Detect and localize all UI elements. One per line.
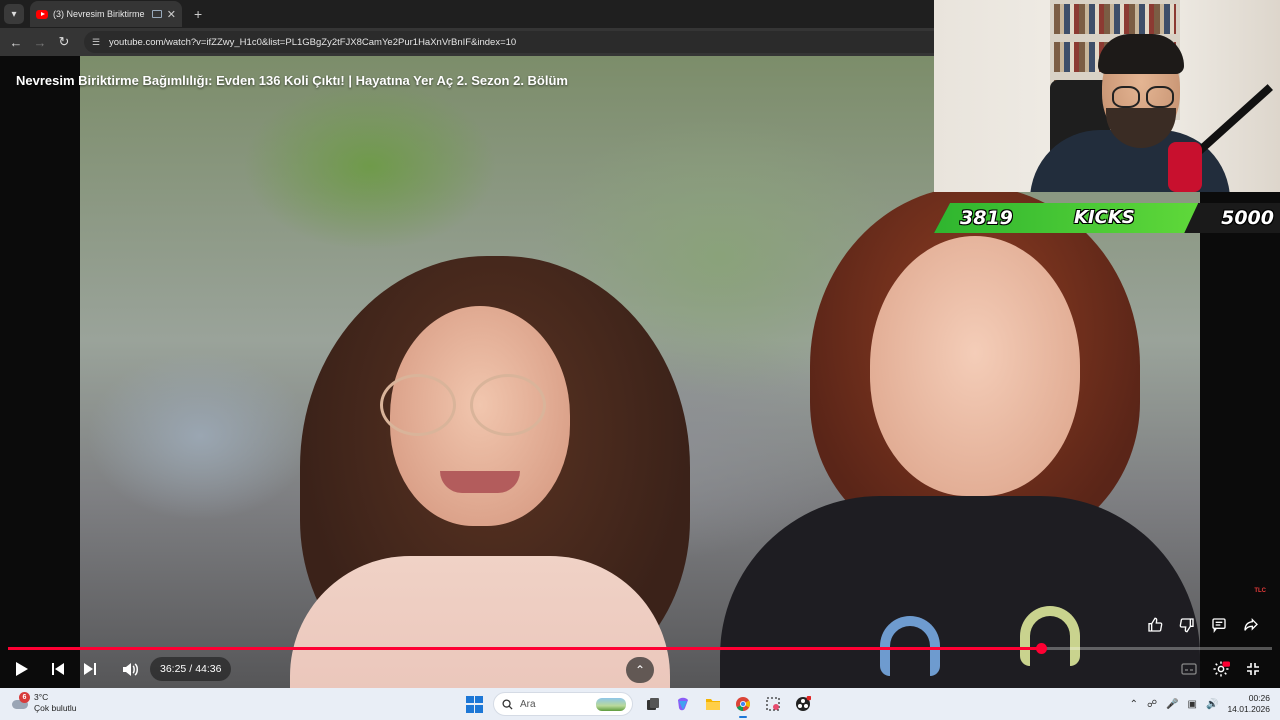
tab-title: (3) Nevresim Biriktirme Bağımlılığı xyxy=(53,9,147,19)
kicks-current: 3819 xyxy=(960,207,1013,229)
exit-fullscreen-button[interactable] xyxy=(1240,656,1266,682)
subtitles-icon xyxy=(1181,663,1197,675)
network-shield-icon[interactable]: ☍ xyxy=(1147,699,1157,710)
forward-button[interactable]: → xyxy=(28,35,52,50)
settings-icon xyxy=(1213,661,1230,677)
skip-next-icon xyxy=(84,663,96,675)
video-actions xyxy=(1142,612,1264,638)
clock-time: 00:26 xyxy=(1248,693,1270,703)
tab-search-button[interactable]: ▾ xyxy=(4,4,24,24)
reload-button[interactable]: ↻ xyxy=(52,34,76,50)
system-tray: ⌃ ☍ 🎤 ▣ 🔊 00:26 14.01.2026 xyxy=(1130,692,1270,716)
cast-icon xyxy=(151,10,162,18)
taskbar: 6 3°C Çok bulutlu Ara ⌃ ☍ 🎤 ▣ 🔊 00:26 14… xyxy=(0,688,1280,720)
task-view-icon[interactable] xyxy=(643,694,663,714)
kicks-goal-bar: 3819 KICKS 5000 xyxy=(934,203,1280,233)
thumb-up-icon[interactable] xyxy=(1142,612,1168,638)
subtitles-button[interactable] xyxy=(1176,656,1202,682)
taskbar-apps: Ara xyxy=(466,692,813,718)
obs-icon[interactable] xyxy=(793,694,813,714)
comment-icon[interactable] xyxy=(1206,612,1232,638)
weather-temperature: 3°C xyxy=(34,692,49,702)
previous-button[interactable] xyxy=(44,655,72,683)
start-button[interactable] xyxy=(466,695,483,713)
search-placeholder: Ara xyxy=(520,698,536,710)
expand-description-button[interactable]: ⌃ xyxy=(626,657,654,683)
url-text: youtube.com/watch?v=ifZZwy_H1c0&list=PL1… xyxy=(109,36,517,48)
browser-tab-active[interactable]: (3) Nevresim Biriktirme Bağımlılığı ✕ xyxy=(30,1,182,27)
progress-scrubber-handle[interactable] xyxy=(1035,643,1047,654)
weather-description: Çok bulutlu xyxy=(34,703,77,713)
thumb-down-icon[interactable] xyxy=(1174,612,1200,638)
close-tab-icon[interactable]: ✕ xyxy=(167,8,176,21)
weather-widget[interactable]: 6 3°C Çok bulutlu xyxy=(10,692,77,714)
progress-played xyxy=(8,647,1041,650)
volume-icon xyxy=(122,662,138,676)
play-icon xyxy=(16,662,28,676)
microphone-icon[interactable]: 🎤 xyxy=(1166,699,1178,710)
play-button[interactable] xyxy=(8,655,36,683)
microphone xyxy=(1168,142,1202,192)
clock[interactable]: 00:26 14.01.2026 xyxy=(1227,693,1270,715)
current-time: 36:25 xyxy=(160,663,187,675)
youtube-favicon-icon xyxy=(36,9,48,19)
settings-button[interactable] xyxy=(1208,656,1234,682)
taskbar-search[interactable]: Ara xyxy=(493,692,633,716)
display-icon[interactable]: ▣ xyxy=(1188,699,1197,710)
search-icon xyxy=(502,698,513,710)
chevron-down-icon: ▾ xyxy=(11,8,17,20)
copilot-icon[interactable] xyxy=(673,694,693,714)
cloud-icon: 6 xyxy=(10,692,30,710)
file-explorer-icon[interactable] xyxy=(703,694,723,714)
speaker-icon[interactable]: 🔊 xyxy=(1206,699,1218,710)
streamer-webcam xyxy=(934,0,1280,192)
chrome-icon[interactable] xyxy=(733,694,753,718)
share-icon[interactable] xyxy=(1238,612,1264,638)
next-button[interactable] xyxy=(76,655,104,683)
progress-bar[interactable] xyxy=(8,643,1272,654)
duration: 44:36 xyxy=(195,663,222,675)
clock-date: 14.01.2026 xyxy=(1227,704,1270,714)
video-person-left xyxy=(280,256,690,688)
time-display: 36:25 / 44:36 xyxy=(150,657,232,681)
snipping-tool-icon[interactable] xyxy=(763,694,783,714)
tlc-watermark: TLC xyxy=(1254,588,1266,594)
volume-button[interactable] xyxy=(116,655,144,683)
new-tab-button[interactable]: + xyxy=(194,6,202,22)
video-person-right xyxy=(720,186,1200,688)
skip-previous-icon xyxy=(52,663,64,675)
search-highlight-image xyxy=(596,698,626,711)
chevron-up-icon: ⌃ xyxy=(634,663,646,677)
back-button[interactable]: ← xyxy=(4,35,28,50)
time-separator: / xyxy=(189,663,193,675)
screen: ▾ (3) Nevresim Biriktirme Bağımlılığı ✕ … xyxy=(0,0,1280,720)
chevron-up-icon[interactable]: ⌃ xyxy=(1130,699,1138,710)
address-bar[interactable]: ☰ youtube.com/watch?v=ifZZwy_H1c0&list=P… xyxy=(84,31,984,53)
video-title: Nevresim Biriktirme Bağımlılığı: Evden 1… xyxy=(16,73,568,88)
exit-fullscreen-icon xyxy=(1247,663,1259,675)
kicks-goal: 5000 xyxy=(1221,207,1274,229)
kicks-label: KICKS xyxy=(1074,207,1135,228)
weather-badge: 6 xyxy=(19,692,30,703)
site-info-icon[interactable]: ☰ xyxy=(92,37,102,47)
